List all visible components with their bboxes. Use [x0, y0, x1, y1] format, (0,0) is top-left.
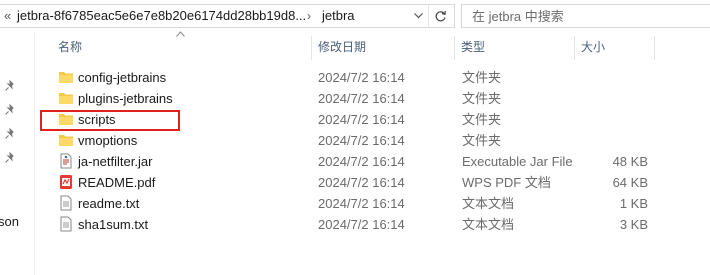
- file-date: 2024/7/2 16:14: [318, 217, 405, 232]
- file-size: 48 KB: [612, 154, 648, 169]
- nav-item-partial[interactable]: son: [0, 214, 19, 229]
- breadcrumb-separator[interactable]: ›: [307, 5, 311, 27]
- folder-icon: [59, 72, 73, 83]
- file-size: 64 KB: [612, 175, 648, 190]
- address-bar-row: « jetbra-8f6785eac5e6e7e8b20e6174dd28bb1…: [0, 0, 710, 32]
- column-divider[interactable]: [311, 36, 312, 60]
- refresh-button[interactable]: [428, 5, 452, 27]
- file-date: 2024/7/2 16:14: [318, 133, 405, 148]
- column-header-size[interactable]: 大小: [577, 32, 653, 62]
- file-row[interactable]: vmoptions 2024/7/2 16:14 文件夹: [54, 130, 694, 151]
- file-name[interactable]: README.pdf: [78, 172, 155, 193]
- text-file-icon: [60, 216, 72, 232]
- file-date: 2024/7/2 16:14: [318, 154, 405, 169]
- file-date: 2024/7/2 16:14: [318, 175, 405, 190]
- column-header-name[interactable]: 名称: [54, 32, 314, 62]
- breadcrumb-parent[interactable]: jetbra-8f6785eac5e6e7e8b20e6174dd28bb19d…: [17, 5, 306, 27]
- nav-pane-divider: [34, 32, 35, 275]
- file-type: 文件夹: [462, 91, 502, 106]
- pdf-file-icon: [60, 175, 72, 189]
- file-name[interactable]: vmoptions: [78, 130, 137, 151]
- file-name[interactable]: scripts: [78, 109, 116, 130]
- folder-icon: [59, 114, 73, 125]
- column-header-date[interactable]: 修改日期: [314, 32, 454, 62]
- file-type: 文件夹: [462, 133, 502, 148]
- address-dropdown-button[interactable]: [409, 5, 427, 27]
- file-size: 1 KB: [619, 196, 648, 211]
- jar-file-icon: [60, 153, 72, 169]
- refresh-icon: [435, 10, 446, 21]
- file-row[interactable]: config-jetbrains 2024/7/2 16:14 文件夹: [54, 67, 694, 88]
- address-bar[interactable]: « jetbra-8f6785eac5e6e7e8b20e6174dd28bb1…: [0, 4, 455, 28]
- overflow-chevron[interactable]: «: [4, 5, 11, 27]
- breadcrumb-current[interactable]: jetbra: [322, 5, 355, 27]
- column-header-type[interactable]: 类型: [457, 32, 575, 62]
- file-list: 名称 修改日期 类型 大小 config-jetbrains 2024/7/2 …: [36, 31, 710, 275]
- file-type: 文件夹: [462, 112, 502, 127]
- file-name[interactable]: readme.txt: [78, 193, 139, 214]
- pin-icon[interactable]: [4, 128, 16, 140]
- file-row[interactable]: ja-netfilter.jar 2024/7/2 16:14 Executab…: [54, 151, 694, 172]
- search-box[interactable]: [461, 4, 710, 28]
- column-header-row: 名称 修改日期 类型 大小: [36, 31, 710, 62]
- column-divider[interactable]: [574, 36, 575, 60]
- file-date: 2024/7/2 16:14: [318, 70, 405, 85]
- file-date: 2024/7/2 16:14: [318, 112, 405, 127]
- file-name[interactable]: plugins-jetbrains: [78, 88, 173, 109]
- pin-icon[interactable]: [4, 104, 16, 116]
- file-name[interactable]: ja-netfilter.jar: [78, 151, 152, 172]
- file-type: 文本文档: [462, 217, 515, 232]
- file-type: WPS PDF 文档: [462, 175, 551, 190]
- file-date: 2024/7/2 16:14: [318, 196, 405, 211]
- navigation-pane: son: [0, 32, 36, 275]
- search-input[interactable]: [462, 5, 710, 27]
- file-row[interactable]: sha1sum.txt 2024/7/2 16:14 文本文档 3 KB: [54, 214, 694, 235]
- column-divider[interactable]: [454, 36, 455, 60]
- file-row[interactable]: scripts 2024/7/2 16:14 文件夹: [54, 109, 694, 130]
- file-row[interactable]: README.pdf 2024/7/2 16:14 WPS PDF 文档 64 …: [54, 172, 694, 193]
- file-row[interactable]: readme.txt 2024/7/2 16:14 文本文档 1 KB: [54, 193, 694, 214]
- file-date: 2024/7/2 16:14: [318, 91, 405, 106]
- file-type: 文件夹: [462, 70, 502, 85]
- column-divider[interactable]: [654, 36, 655, 60]
- file-row[interactable]: plugins-jetbrains 2024/7/2 16:14 文件夹: [54, 88, 694, 109]
- file-size: 3 KB: [619, 217, 648, 232]
- text-file-icon: [60, 195, 72, 211]
- folder-icon: [59, 93, 73, 104]
- chevron-down-icon: [413, 13, 423, 19]
- pin-icon[interactable]: [4, 80, 16, 92]
- folder-icon: [59, 135, 73, 146]
- pin-icon[interactable]: [4, 152, 16, 164]
- file-name[interactable]: sha1sum.txt: [78, 214, 148, 235]
- file-type: Executable Jar File: [462, 154, 573, 169]
- file-name[interactable]: config-jetbrains: [78, 67, 166, 88]
- file-type: 文本文档: [462, 196, 515, 211]
